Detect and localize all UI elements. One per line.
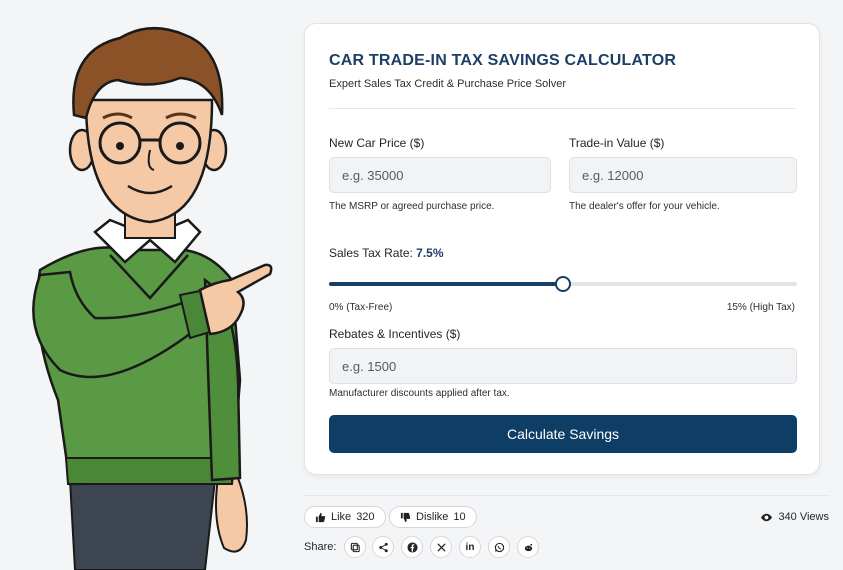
trade-in-label: Trade-in Value ($) xyxy=(569,136,665,150)
calculate-savings-button[interactable]: Calculate Savings xyxy=(329,415,797,453)
tax-rate-slider-thumb[interactable] xyxy=(555,276,571,292)
reddit-share-button[interactable] xyxy=(517,536,539,558)
whatsapp-icon xyxy=(494,542,504,552)
share-label: Share: xyxy=(304,541,337,553)
rebates-input[interactable] xyxy=(329,348,797,384)
tax-rate-label: Sales Tax Rate: 7.5% xyxy=(329,246,444,260)
dislike-label: Dislike xyxy=(416,511,449,523)
header-divider xyxy=(329,108,795,109)
thumbs-down-icon xyxy=(400,512,411,522)
engagement-divider xyxy=(304,495,830,496)
calculator-card: CAR TRADE-IN TAX SAVINGS CALCULATOR Expe… xyxy=(304,23,820,475)
eye-icon xyxy=(761,513,773,521)
trade-in-hint: The dealer's offer for your vehicle. xyxy=(569,201,720,212)
rebates-hint: Manufacturer discounts applied after tax… xyxy=(329,388,510,399)
dislike-button[interactable]: Dislike 10 xyxy=(389,506,477,528)
like-button[interactable]: Like 320 xyxy=(304,506,386,528)
tax-range-max-label: 15% (High Tax) xyxy=(726,302,795,313)
calculator-title: CAR TRADE-IN TAX SAVINGS CALCULATOR xyxy=(329,52,677,69)
facebook-icon xyxy=(406,541,418,553)
share-button[interactable] xyxy=(372,536,394,558)
whatsapp-share-button[interactable] xyxy=(488,536,510,558)
new-price-label: New Car Price ($) xyxy=(329,136,425,150)
tax-rate-slider[interactable] xyxy=(329,276,797,292)
tax-range-min-label: 0% (Tax-Free) xyxy=(329,302,393,313)
like-count: 320 xyxy=(356,511,375,523)
new-price-hint: The MSRP or agreed purchase price. xyxy=(329,201,495,212)
tax-rate-value: 7.5% xyxy=(416,246,444,260)
thumbs-up-icon xyxy=(315,512,326,522)
like-label: Like xyxy=(331,511,352,523)
new-price-input[interactable] xyxy=(329,157,551,193)
tax-rate-label-text: Sales Tax Rate: xyxy=(329,246,417,260)
mascot-illustration xyxy=(32,26,273,570)
calculator-subtitle: Expert Sales Tax Credit & Purchase Price… xyxy=(329,78,567,90)
trade-in-input[interactable] xyxy=(569,157,797,193)
view-count: 340 Views xyxy=(760,511,829,523)
linkedin-share-button[interactable]: in xyxy=(459,536,481,558)
copy-link-button[interactable] xyxy=(344,536,366,558)
reddit-icon xyxy=(524,543,532,551)
dislike-count: 10 xyxy=(453,511,466,523)
rebates-label: Rebates & Incentives ($) xyxy=(329,327,461,341)
facebook-share-button[interactable] xyxy=(401,536,423,558)
x-icon xyxy=(436,542,446,552)
x-share-button[interactable] xyxy=(430,536,452,558)
copy-link-icon xyxy=(350,542,360,552)
tax-rate-slider-fill xyxy=(329,282,563,286)
views-text: 340 Views xyxy=(778,511,829,523)
linkedin-icon: in xyxy=(465,541,475,553)
share-icon xyxy=(378,542,388,552)
